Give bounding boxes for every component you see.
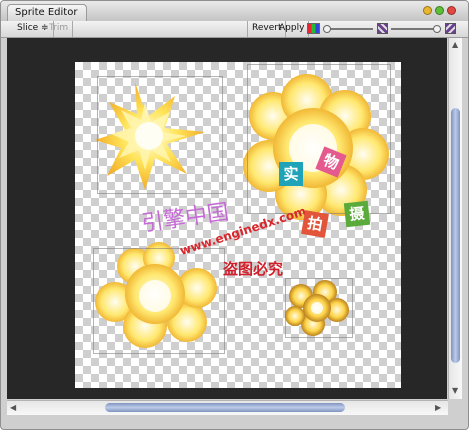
- title-bar: Sprite Editor: [1, 1, 468, 21]
- vertical-scrollbar[interactable]: ▲ ▼: [448, 38, 462, 399]
- scroll-up-icon[interactable]: ▲: [452, 40, 458, 50]
- watermark-notice: 盗图必究: [223, 260, 284, 278]
- horizontal-scrollbar[interactable]: ◀ ▶: [7, 400, 448, 415]
- vertical-scroll-thumb[interactable]: [451, 108, 460, 363]
- apply-button[interactable]: Apply: [275, 21, 310, 37]
- slice-rect-3[interactable]: [93, 248, 225, 354]
- sprite-sheet-image: 引擎中国 www.enginedx.com 盗图必究 实 物 拍 摄: [75, 62, 401, 388]
- zoom-button[interactable]: [435, 6, 444, 15]
- sprite-canvas[interactable]: 引擎中国 www.enginedx.com 盗图必究 实 物 拍 摄: [7, 38, 447, 399]
- mip-slider[interactable]: [391, 25, 441, 33]
- color-channel-icon[interactable]: [307, 23, 320, 34]
- scroll-left-icon[interactable]: ◀: [10, 403, 16, 413]
- watermark-box-4: 摄: [343, 200, 371, 228]
- tab-sprite-editor[interactable]: Sprite Editor: [7, 4, 87, 21]
- close-button[interactable]: [447, 6, 456, 15]
- toolbar: Slice ≑ Trim Revert Apply: [1, 21, 468, 38]
- slice-rect-1[interactable]: [97, 76, 223, 194]
- sprite-editor-window: Sprite Editor Slice ≑ Trim Revert Apply: [0, 0, 469, 430]
- slice-rect-2[interactable]: [247, 64, 391, 214]
- zoom-slider[interactable]: [323, 25, 373, 33]
- trim-button[interactable]: Trim: [45, 21, 74, 37]
- scroll-right-icon[interactable]: ▶: [435, 403, 441, 413]
- minimize-button[interactable]: [423, 6, 432, 15]
- horizontal-scroll-thumb[interactable]: [105, 403, 345, 412]
- mip-icon[interactable]: [445, 23, 456, 34]
- watermark-box-3: 拍: [301, 210, 329, 238]
- watermark-box-1: 实: [279, 162, 303, 186]
- scroll-down-icon[interactable]: ▼: [452, 386, 458, 396]
- alpha-icon[interactable]: [377, 23, 388, 34]
- slice-rect-4[interactable]: [285, 278, 353, 338]
